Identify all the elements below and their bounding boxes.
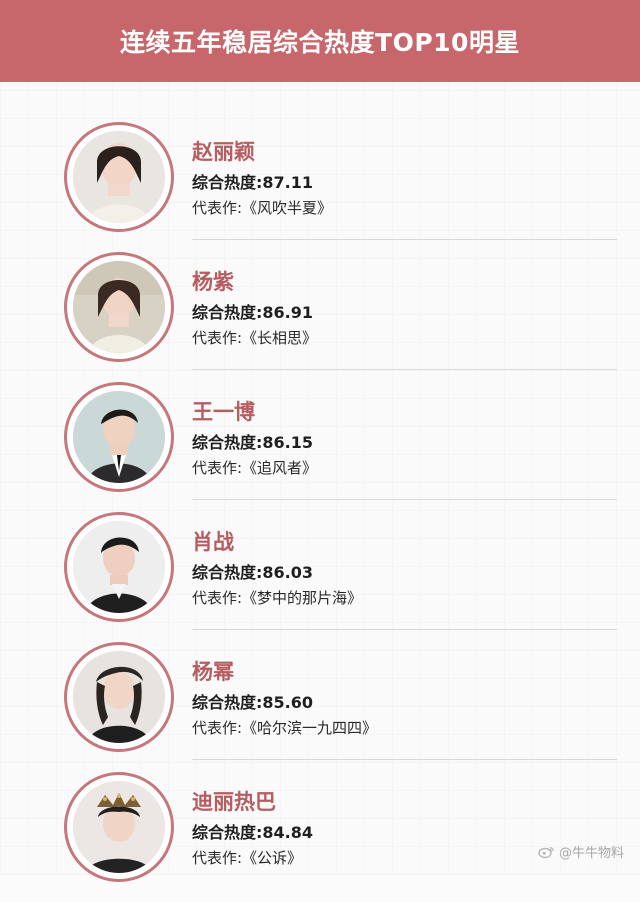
list-item[interactable]: 杨紫 综合热度:86.91 代表作:《长相思》 <box>64 252 617 382</box>
avatar-ring <box>64 772 174 882</box>
avatar-ring <box>64 642 174 752</box>
divider <box>192 629 617 630</box>
star-name: 肖战 <box>192 530 234 554</box>
list-item[interactable]: 迪丽热巴 综合热度:84.84 代表作:《公诉》 <box>64 772 554 902</box>
representative-work: 代表作:《长相思》 <box>192 329 318 347</box>
star-name: 迪丽热巴 <box>192 790 276 814</box>
avatar-ring <box>64 252 174 362</box>
representative-work: 代表作:《追风者》 <box>192 459 318 477</box>
representative-work: 代表作:《梦中的那片海》 <box>192 589 363 607</box>
heat-score: 综合热度:86.15 <box>192 433 314 452</box>
avatar <box>73 781 165 873</box>
representative-work: 代表作:《公诉》 <box>192 849 303 867</box>
list-item[interactable]: 赵丽颖 综合热度:87.11 代表作:《风吹半夏》 <box>64 122 617 252</box>
representative-work: 代表作:《风吹半夏》 <box>192 199 333 217</box>
star-name: 王一博 <box>192 400 255 424</box>
star-name: 杨幂 <box>192 660 234 684</box>
star-name: 杨紫 <box>192 270 234 294</box>
ranking-list: 赵丽颖 综合热度:87.11 代表作:《风吹半夏》 杨紫 综合热度:86.91 … <box>0 0 640 882</box>
avatar-ring <box>64 122 174 232</box>
divider <box>192 369 617 370</box>
star-name: 赵丽颖 <box>192 140 255 164</box>
avatar <box>73 521 165 613</box>
list-item[interactable]: 杨幂 综合热度:85.60 代表作:《哈尔滨一九四四》 <box>64 642 617 772</box>
heat-score: 综合热度:85.60 <box>192 693 314 712</box>
avatar <box>73 391 165 483</box>
divider <box>192 239 617 240</box>
weibo-watermark: @牛牛物料 <box>537 842 624 861</box>
avatar <box>73 651 165 743</box>
avatar <box>73 261 165 353</box>
heat-score: 综合热度:86.03 <box>192 563 314 582</box>
divider <box>192 759 617 760</box>
list-item[interactable]: 王一博 综合热度:86.15 代表作:《追风者》 <box>64 382 617 512</box>
avatar <box>73 131 165 223</box>
heat-score: 综合热度:86.91 <box>192 303 314 322</box>
avatar-ring <box>64 382 174 492</box>
heat-score: 综合热度:87.11 <box>192 173 314 192</box>
heat-score: 综合热度:84.84 <box>192 823 314 842</box>
weibo-icon <box>537 843 555 861</box>
divider <box>192 499 617 500</box>
representative-work: 代表作:《哈尔滨一九四四》 <box>192 719 378 737</box>
list-item[interactable]: 肖战 综合热度:86.03 代表作:《梦中的那片海》 <box>64 512 617 642</box>
watermark-text: @牛牛物料 <box>558 846 624 861</box>
avatar-ring <box>64 512 174 622</box>
